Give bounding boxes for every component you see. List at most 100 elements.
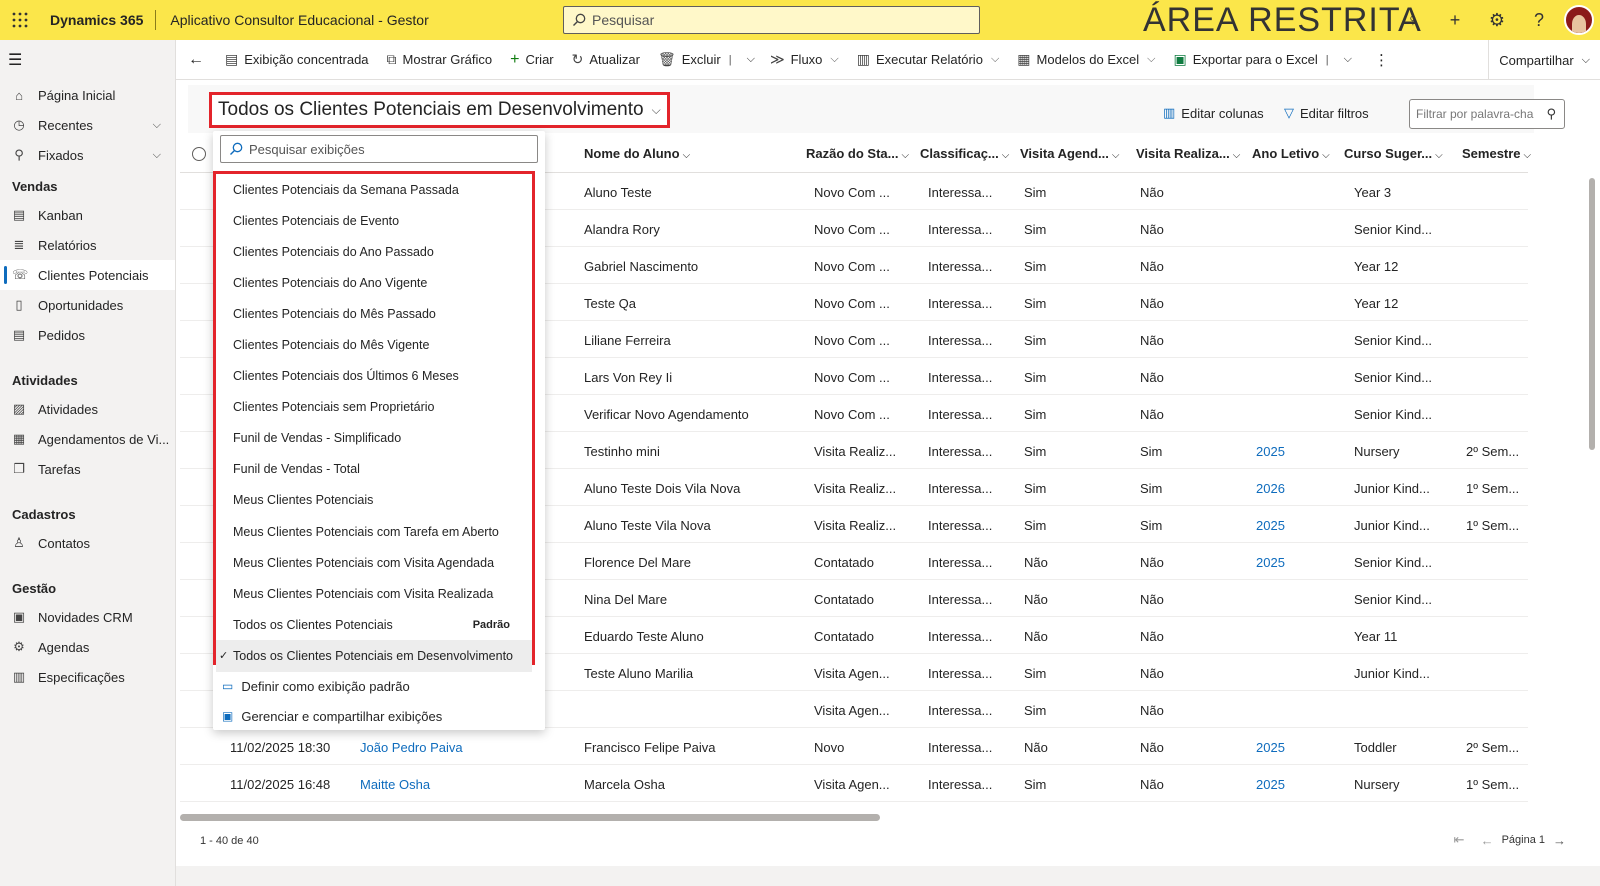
column-header[interactable]: Semestre ⌵ <box>1462 146 1531 161</box>
sidebar-item-label: Contatos <box>38 535 91 551</box>
table-cell[interactable]: 2025 <box>1256 740 1285 755</box>
table-cell[interactable]: 2025 <box>1256 555 1285 570</box>
view-option[interactable]: Funil de Vendas - Total <box>216 454 532 485</box>
view-option[interactable]: Clientes Potenciais sem Proprietário <box>216 392 532 423</box>
view-option[interactable]: Meus Clientes Potenciais com Tarefa em A… <box>216 516 532 547</box>
view-option[interactable]: Clientes Potenciais do Ano Passado <box>216 236 532 267</box>
share-button[interactable]: Compartilhar ⌵ <box>1488 40 1600 80</box>
view-option[interactable]: Meus Clientes Potenciais com Visita Agen… <box>216 547 532 578</box>
chevron-down-icon[interactable]: ⌵ <box>153 119 161 132</box>
view-option[interactable]: Clientes Potenciais do Ano Vigente <box>216 267 532 298</box>
global-search-input[interactable]: Pesquisar <box>563 6 980 34</box>
previous-page-icon[interactable]: ← <box>1481 833 1494 848</box>
back-button[interactable]: ← <box>176 40 216 80</box>
next-page-icon[interactable]: → <box>1553 833 1566 848</box>
sidebar-item-agendas[interactable]: ⚙ Agendas <box>0 632 175 662</box>
view-option[interactable]: Meus Clientes Potenciais com Visita Real… <box>216 578 532 609</box>
chevron-down-icon[interactable]: ⌵ <box>153 149 161 162</box>
vertical-scrollbar[interactable] <box>1589 178 1595 450</box>
table-row[interactable]: 11/02/2025 18:30 João Pedro Paiva Francisc… <box>180 728 1528 765</box>
refresh-button[interactable]: ↻ Atualizar <box>563 40 649 80</box>
table-cell: Não <box>1140 407 1164 422</box>
view-option[interactable]: Todos os Clientes Potenciais Padrão <box>216 609 532 640</box>
column-header[interactable]: Nome do Aluno ⌵ <box>584 146 690 161</box>
view-option[interactable]: ✓ Todos os Clientes Potenciais em Desenvo… <box>216 640 532 672</box>
view-option[interactable]: Clientes Potenciais dos Últimos 6 Meses <box>216 361 532 392</box>
view-option-label: Clientes Potenciais do Ano Passado <box>233 244 434 259</box>
column-header[interactable]: Classificaç... ⌵ <box>920 146 1009 161</box>
table-cell: Interessa... <box>928 740 993 755</box>
chevron-down-icon: ⌵ <box>1435 150 1443 161</box>
table-cell[interactable]: 2025 <box>1256 444 1285 459</box>
create-button[interactable]: + Criar <box>501 40 563 80</box>
sidebar-item-leads[interactable]: ☏ Clientes Potenciais <box>0 260 175 290</box>
view-option[interactable]: Clientes Potenciais do Mês Passado <box>216 298 532 329</box>
view-option[interactable]: Clientes Potenciais do Mês Vigente <box>216 329 532 360</box>
view-search-input[interactable]: Pesquisar exibições <box>220 135 538 163</box>
view-option[interactable]: Meus Clientes Potenciais <box>216 485 532 516</box>
column-header[interactable]: Curso Suger... ⌵ <box>1344 146 1443 161</box>
keyword-filter-input[interactable]: Filtrar por palavra-cha ⚲ <box>1409 99 1565 129</box>
app-name[interactable]: Aplicativo Consultor Educacional - Gesto… <box>170 12 428 28</box>
table-cell: Interessa... <box>928 444 993 459</box>
view-option[interactable]: Clientes Potenciais de Evento <box>216 205 532 236</box>
table-cell: Sim <box>1024 444 1047 459</box>
chevron-down-icon: ⌵ <box>830 53 839 65</box>
brand-name[interactable]: Dynamics 365 <box>40 12 155 28</box>
sidebar-item-contacts[interactable]: ♙ Contatos <box>0 528 175 558</box>
sidebar-item-orders[interactable]: ▤ Pedidos <box>0 320 175 350</box>
column-header[interactable]: Razão do Sta... ⌵ <box>806 146 909 161</box>
flow-button[interactable]: ≫ Fluxo ⌵ <box>761 40 848 80</box>
sidebar-item-home[interactable]: ⌂ Página Inicial <box>0 80 175 110</box>
view-option[interactable]: Clientes Potenciais da Semana Passada <box>216 174 532 205</box>
sidebar-item-reports[interactable]: ≣ Relatórios <box>0 230 175 260</box>
help-icon[interactable]: ? <box>1518 10 1560 31</box>
run-report-button[interactable]: ▥ Executar Relatório ⌵ <box>848 40 1009 80</box>
delete-button[interactable]: 🗑 Excluir | <box>649 40 741 80</box>
more-commands-button[interactable]: ⋮ <box>1358 40 1405 80</box>
column-header[interactable]: Ano Letivo ⌵ <box>1252 146 1330 161</box>
view-selector[interactable]: Todos os Clientes Potenciais em Desenvol… <box>209 92 670 128</box>
set-default-view-button[interactable]: ▭ Definir como exibição padrão <box>213 671 545 701</box>
column-header[interactable]: Visita Realiza... ⌵ <box>1136 146 1240 161</box>
avatar[interactable] <box>1564 5 1594 35</box>
chart-icon: ⧉ <box>386 51 397 67</box>
edit-filters-button[interactable]: ▽ Editar filtros <box>1284 105 1369 121</box>
sidebar-item-opportunities[interactable]: ▯ Oportunidades <box>0 290 175 320</box>
sidebar-item-activities[interactable]: ▨ Atividades <box>0 394 175 424</box>
horizontal-scrollbar[interactable] <box>180 814 880 821</box>
sidebar-item-specifications[interactable]: ▥ Especificações <box>0 662 175 692</box>
select-all-checkbox[interactable] <box>192 147 206 161</box>
hamburger-menu-icon[interactable]: ☰ <box>0 40 175 80</box>
view-selector-dropdown: Pesquisar exibições Clientes Potenciais … <box>213 131 545 730</box>
excel-templates-button[interactable]: ▦ Modelos do Excel ⌵ <box>1008 40 1164 80</box>
column-header[interactable]: Visita Agend... ⌵ <box>1020 146 1119 161</box>
sidebar-item-kanban[interactable]: ▤ Kanban <box>0 200 175 230</box>
table-cell[interactable]: João Pedro Paiva <box>360 740 463 755</box>
sidebar-item-recent[interactable]: ◷ Recentes ⌵ <box>0 110 175 140</box>
sidebar-item-tasks[interactable]: ❐ Tarefas <box>0 454 175 484</box>
edit-columns-button[interactable]: ▥ Editar colunas <box>1163 105 1264 121</box>
waffle-icon[interactable] <box>0 0 40 40</box>
show-chart-button[interactable]: ⧉ Mostrar Gráfico <box>378 40 502 80</box>
view-option[interactable]: Funil de Vendas - Simplificado <box>216 423 532 454</box>
view-option-label: Meus Clientes Potenciais com Visita Real… <box>233 586 494 601</box>
lightbulb-icon[interactable]: ♀ <box>1392 10 1434 31</box>
plus-icon[interactable]: + <box>1434 10 1476 31</box>
gear-icon[interactable]: ⚙ <box>1476 10 1518 31</box>
restricted-area-label: ÁREA RESTRITA <box>1143 1 1422 39</box>
table-row[interactable]: 11/02/2025 16:48 Maitte Osha Marcela Osha V… <box>180 765 1528 802</box>
export-excel-dropdown[interactable]: ⌵ <box>1338 40 1358 80</box>
table-cell[interactable]: 2025 <box>1256 518 1285 533</box>
table-cell[interactable]: Maitte Osha <box>360 777 430 792</box>
first-page-icon[interactable]: ⇤ <box>1454 832 1465 848</box>
table-cell[interactable]: 2026 <box>1256 481 1285 496</box>
export-excel-button[interactable]: ▣ Exportar para o Excel | <box>1164 40 1337 80</box>
compact-view-button[interactable]: ▤ Exibição concentrada <box>216 40 378 80</box>
delete-dropdown[interactable]: ⌵ <box>741 40 761 80</box>
sidebar-item-crm-news[interactable]: ▣ Novidades CRM <box>0 602 175 632</box>
sidebar-item-pinned[interactable]: ⚲ Fixados ⌵ <box>0 140 175 170</box>
sidebar-item-visit-schedules[interactable]: ▦ Agendamentos de Vi... <box>0 424 175 454</box>
manage-views-button[interactable]: ▣ Gerenciar e compartilhar exibições <box>213 701 545 731</box>
table-cell[interactable]: 2025 <box>1256 777 1285 792</box>
